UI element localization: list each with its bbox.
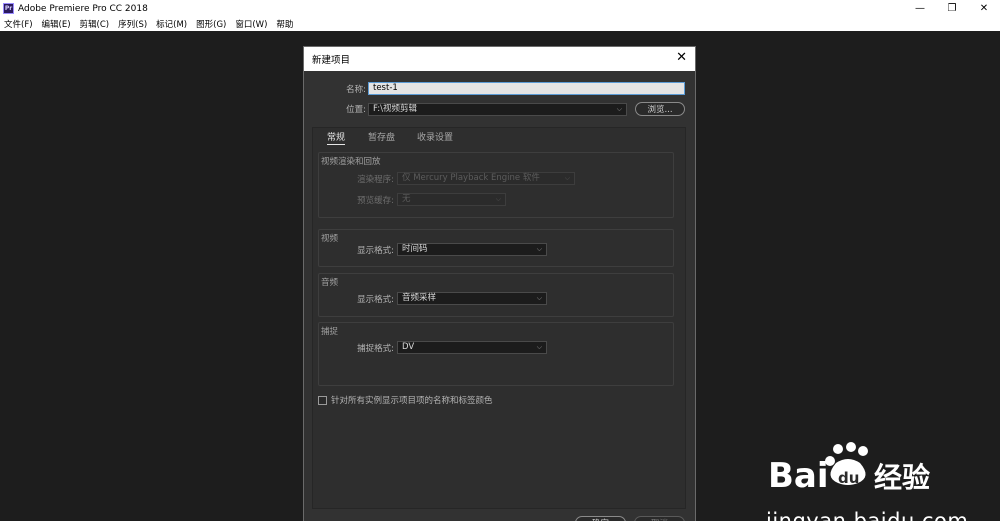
- group-video: 视频 显示格式: 时间码 ⌵: [318, 229, 674, 267]
- ok-button[interactable]: 确定: [575, 516, 626, 521]
- minimize-button[interactable]: —: [904, 0, 936, 17]
- group-capture: 捕捉 捕捉格式: DV ⌵: [318, 322, 674, 386]
- dialog-title-bar: 新建项目 ✕: [304, 47, 695, 71]
- menu-bar: 文件(F) 编辑(E) 剪辑(C) 序列(S) 标记(M) 图形(G) 窗口(W…: [0, 17, 1000, 31]
- preview-cache-label: 预览缓存:: [357, 195, 394, 206]
- svg-text:经验: 经验: [874, 461, 930, 494]
- tab-ingest-settings[interactable]: 收录设置: [417, 130, 453, 143]
- video-format-value: 时间码: [402, 244, 428, 254]
- location-row: 位置: F:\视频剪辑 ⌵ 浏览...: [338, 102, 685, 116]
- chevron-down-icon: ⌵: [564, 174, 570, 182]
- label-color-checkbox-row[interactable]: 针对所有实例显示项目项的名称和标签颜色: [318, 394, 493, 406]
- renderer-label: 渲染程序:: [357, 174, 394, 185]
- settings-tabs-panel: 常规 暂存盘 收录设置 视频渲染和回放 渲染程序: 仅 Mercury Play…: [312, 127, 686, 509]
- tab-scratch-disks[interactable]: 暂存盘: [368, 130, 395, 143]
- group-title-audio: 音频: [321, 278, 339, 288]
- capture-format-select[interactable]: DV ⌵: [397, 341, 547, 354]
- menu-clip[interactable]: 剪辑(C): [80, 18, 110, 30]
- chevron-down-icon: ⌵: [616, 104, 622, 113]
- baidu-jingyan-watermark-logo: Bai du 经验: [768, 442, 930, 496]
- menu-edit[interactable]: 编辑(E): [42, 18, 71, 30]
- menu-graphics[interactable]: 图形(G): [196, 18, 226, 30]
- window-controls: — ❐ ✕: [904, 0, 1000, 17]
- chevron-down-icon: ⌵: [536, 343, 542, 351]
- audio-format-label: 显示格式:: [357, 294, 394, 305]
- new-project-dialog: 新建项目 ✕ 名称: test-1 位置: F:\视频剪辑 ⌵ 浏览... 常规…: [303, 46, 696, 521]
- window-title: Adobe Premiere Pro CC 2018: [18, 3, 148, 14]
- capture-format-label: 捕捉格式:: [357, 343, 394, 354]
- preview-cache-select: 无 ⌵: [397, 193, 506, 206]
- location-select[interactable]: F:\视频剪辑 ⌵: [368, 102, 627, 116]
- menu-help[interactable]: 帮助: [276, 18, 293, 30]
- dialog-title: 新建项目: [312, 55, 351, 66]
- group-video-render: 视频渲染和回放 渲染程序: 仅 Mercury Playback Engine …: [318, 152, 674, 218]
- svg-text:du: du: [838, 469, 859, 487]
- renderer-select: 仅 Mercury Playback Engine 软件 ⌵: [397, 172, 575, 185]
- renderer-value: 仅 Mercury Playback Engine 软件: [402, 173, 540, 183]
- audio-format-row: 显示格式: 音频采样 ⌵: [352, 292, 547, 305]
- close-window-button[interactable]: ✕: [968, 0, 1000, 17]
- group-title-video: 视频: [321, 234, 339, 244]
- watermark-url: jingyan.baidu.com: [766, 509, 969, 521]
- video-format-label: 显示格式:: [357, 245, 394, 256]
- capture-format-row: 捕捉格式: DV ⌵: [352, 341, 547, 354]
- audio-format-select[interactable]: 音频采样 ⌵: [397, 292, 547, 305]
- group-title-render: 视频渲染和回放: [321, 157, 381, 167]
- cancel-button[interactable]: 取消: [634, 516, 685, 521]
- group-title-capture: 捕捉: [321, 327, 339, 337]
- name-row: 名称: test-1: [338, 82, 685, 95]
- watermark-logo-text: Bai: [768, 456, 829, 496]
- name-input[interactable]: test-1: [368, 82, 685, 95]
- menu-marker[interactable]: 标记(M): [156, 18, 187, 30]
- video-format-row: 显示格式: 时间码 ⌵: [352, 243, 547, 256]
- group-audio: 音频 显示格式: 音频采样 ⌵: [318, 273, 674, 317]
- premiere-app-icon: Pr: [3, 3, 14, 14]
- video-format-select[interactable]: 时间码 ⌵: [397, 243, 547, 256]
- tab-general[interactable]: 常规: [327, 130, 346, 145]
- renderer-row: 渲染程序: 仅 Mercury Playback Engine 软件 ⌵: [352, 172, 575, 185]
- menu-window[interactable]: 窗口(W): [235, 18, 267, 30]
- restore-button[interactable]: ❐: [936, 0, 968, 17]
- name-label: 名称:: [346, 84, 366, 95]
- capture-format-value: DV: [402, 342, 415, 352]
- menu-sequence[interactable]: 序列(S): [118, 18, 147, 30]
- window-title-bar: Pr Adobe Premiere Pro CC 2018 — ❐ ✕: [0, 0, 1000, 17]
- workspace: 新建项目 ✕ 名称: test-1 位置: F:\视频剪辑 ⌵ 浏览... 常规…: [0, 31, 1000, 521]
- preview-cache-row: 预览缓存: 无 ⌵: [352, 193, 506, 206]
- chevron-down-icon: ⌵: [536, 245, 542, 253]
- dialog-close-icon[interactable]: ✕: [676, 51, 687, 65]
- browse-button[interactable]: 浏览...: [635, 102, 685, 116]
- chevron-down-icon: ⌵: [536, 294, 542, 302]
- preview-cache-value: 无: [402, 194, 411, 204]
- label-color-checkbox-label: 针对所有实例显示项目项的名称和标签颜色: [331, 396, 493, 406]
- label-color-checkbox[interactable]: [318, 395, 327, 405]
- audio-format-value: 音频采样: [402, 293, 437, 303]
- menu-file[interactable]: 文件(F): [4, 18, 33, 30]
- location-label: 位置:: [346, 105, 366, 115]
- location-value: F:\视频剪辑: [373, 103, 417, 114]
- chevron-down-icon: ⌵: [495, 195, 501, 203]
